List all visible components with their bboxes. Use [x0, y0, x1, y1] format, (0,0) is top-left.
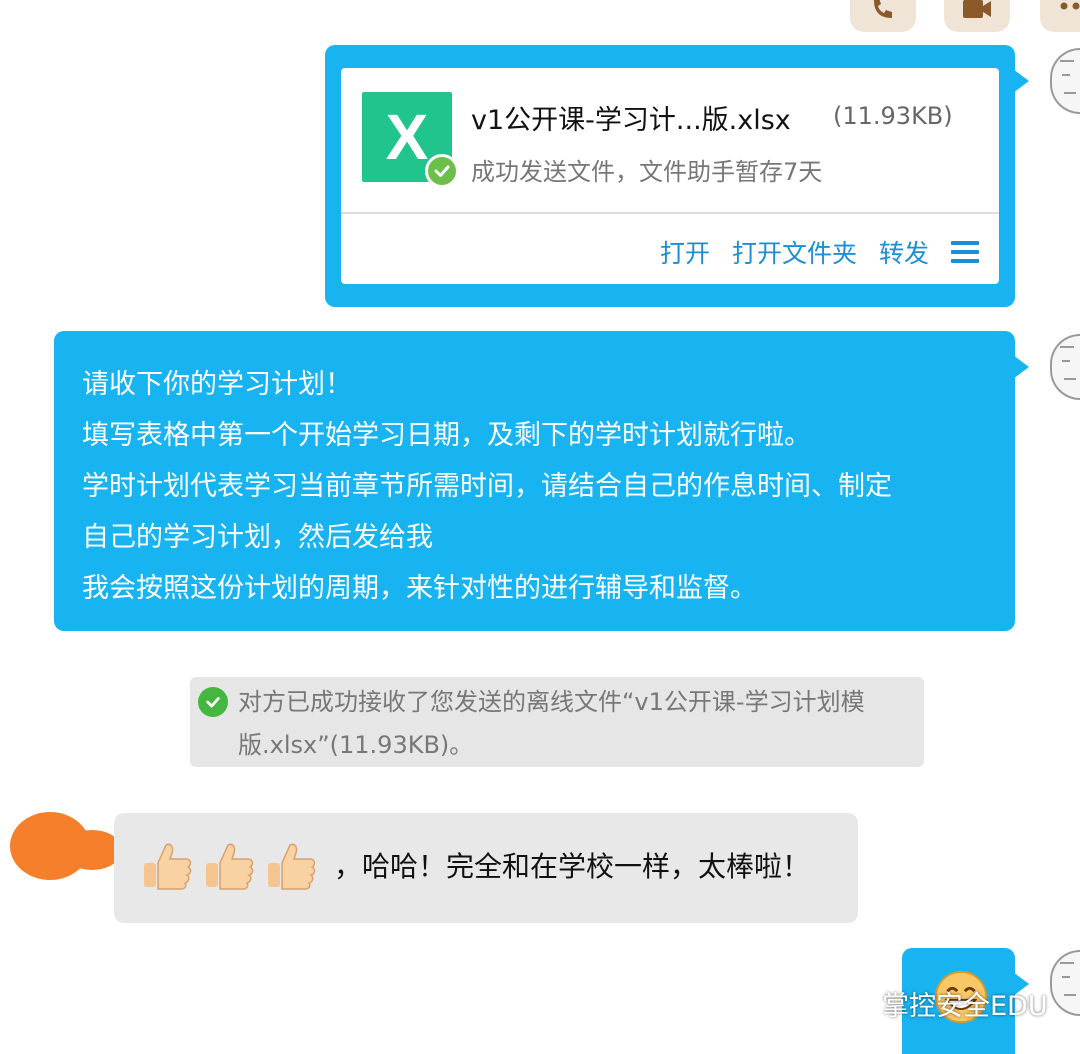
- watermark: 掌控安全EDU: [836, 984, 1048, 1023]
- message-line: 我会按照这份计划的周期，来针对性的进行辅导和监督。: [82, 573, 757, 604]
- more-icon: [1060, 2, 1080, 10]
- open-file-link[interactable]: 打开: [660, 234, 710, 270]
- file-message-bubble: X v1公开课-学习计...版.xlsx (11.93KB) 成功发送文件，文件…: [325, 45, 1029, 307]
- open-folder-link[interactable]: 打开文件夹: [732, 234, 857, 270]
- system-notice: 对方已成功接收了您发送的离线文件“v1公开课-学习计划模版.xlsx”(11.9…: [190, 677, 924, 767]
- message-line: 填写表格中第一个开始学习日期，及剩下的学时计划就行啦。: [82, 420, 811, 451]
- video-call-button[interactable]: [944, 0, 1010, 32]
- more-button[interactable]: [1040, 0, 1080, 32]
- message-line: 学时计划代表学习当前章节所需时间，请结合自己的作息时间、制定: [82, 471, 892, 502]
- video-icon: [963, 0, 991, 18]
- excel-letter: X: [385, 101, 429, 173]
- watermark-text: 掌控安全EDU: [882, 991, 1048, 1022]
- menu-icon[interactable]: [951, 241, 979, 263]
- my-avatar[interactable]: [1050, 334, 1080, 400]
- my-avatar[interactable]: [1050, 950, 1080, 1016]
- file-actions: 打开 打开文件夹 转发: [660, 234, 979, 270]
- file-name: v1公开课-学习计...版.xlsx: [471, 105, 791, 136]
- message-text: 请收下你的学习计划！ 填写表格中第一个开始学习日期，及剩下的学时计划就行啦。 学…: [82, 359, 892, 614]
- file-status: 成功发送文件，文件助手暂存7天: [471, 158, 823, 186]
- message-line: 请收下你的学习计划！: [82, 369, 352, 400]
- success-check-icon: [198, 687, 228, 717]
- file-size: (11.93KB): [833, 102, 953, 130]
- chat-window: X v1公开课-学习计...版.xlsx (11.93KB) 成功发送文件，文件…: [0, 0, 1080, 1054]
- thumbs-up-icon: [268, 843, 316, 890]
- phone-icon: [874, 0, 892, 18]
- reply-message-bubble: ，哈哈！完全和在学校一样，太棒啦！: [114, 813, 858, 923]
- reply-text: ，哈哈！完全和在学校一样，太棒啦！: [334, 850, 811, 883]
- thumbs-up-icon: [144, 843, 192, 890]
- forward-link[interactable]: 转发: [879, 234, 929, 270]
- my-avatar[interactable]: [1050, 48, 1080, 114]
- divider: [341, 212, 999, 214]
- message-line: 自己的学习计划，然后发给我: [82, 522, 433, 553]
- thumbs-up-icon: [206, 843, 254, 890]
- notice-text: 对方已成功接收了您发送的离线文件“v1公开课-学习计划模版.xlsx”(11.9…: [238, 688, 865, 759]
- contact-avatar[interactable]: [6, 806, 122, 884]
- wechat-icon: [836, 990, 875, 1018]
- text-message-bubble: 请收下你的学习计划！ 填写表格中第一个开始学习日期，及剩下的学时计划就行啦。 学…: [54, 331, 1029, 631]
- file-card[interactable]: X v1公开课-学习计...版.xlsx (11.93KB) 成功发送文件，文件…: [341, 68, 999, 284]
- phone-call-button[interactable]: [850, 0, 916, 32]
- check-icon: [425, 154, 459, 188]
